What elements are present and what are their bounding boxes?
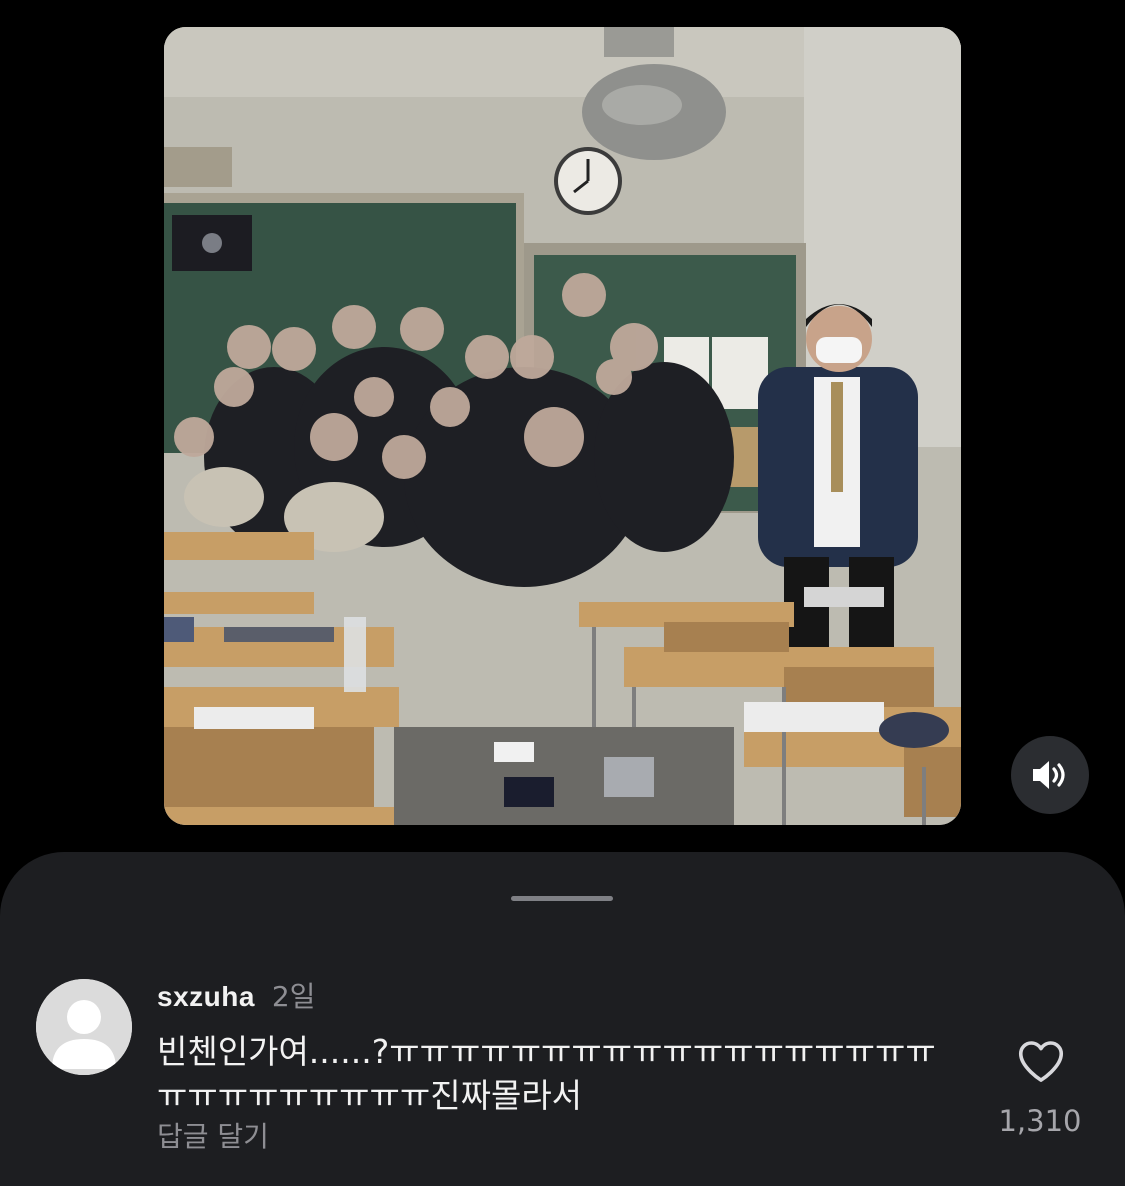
avatar[interactable] — [36, 979, 132, 1075]
like-button[interactable] — [1014, 1034, 1068, 1088]
post-photo[interactable] — [164, 27, 961, 825]
heart-outline-icon — [1018, 1041, 1064, 1082]
comment-text: 빈첸인가여......?ㅠㅠㅠㅠㅠㅠㅠㅠㅠㅠㅠㅠㅠㅠㅠㅠㅠㅠㅠㅠㅠㅠㅠㅠㅠㅠㅠ진… — [157, 1032, 936, 1115]
speaker-muted-icon — [1033, 761, 1065, 789]
sheet-grabber-handle[interactable] — [511, 896, 613, 901]
screen: sxzuha 2일 빈첸인가여......?ㅠㅠㅠㅠㅠㅠㅠㅠㅠㅠㅠㅠㅠㅠㅠㅠㅠㅠ… — [0, 0, 1125, 1186]
comments-sheet: sxzuha 2일 빈첸인가여......?ㅠㅠㅠㅠㅠㅠㅠㅠㅠㅠㅠㅠㅠㅠㅠㅠㅠㅠ… — [0, 852, 1125, 1186]
mute-button[interactable] — [1011, 736, 1089, 814]
comment-timestamp: 2일 — [271, 980, 316, 1013]
comment-header: sxzuha 2일 — [157, 980, 315, 1014]
default-avatar-icon — [36, 979, 132, 1075]
like-count: 1,310 — [998, 1104, 1082, 1138]
classroom-photo-illustration — [164, 27, 961, 825]
comment-username[interactable]: sxzuha — [157, 981, 255, 1012]
reply-button[interactable]: 답글 달기 — [157, 1120, 269, 1154]
